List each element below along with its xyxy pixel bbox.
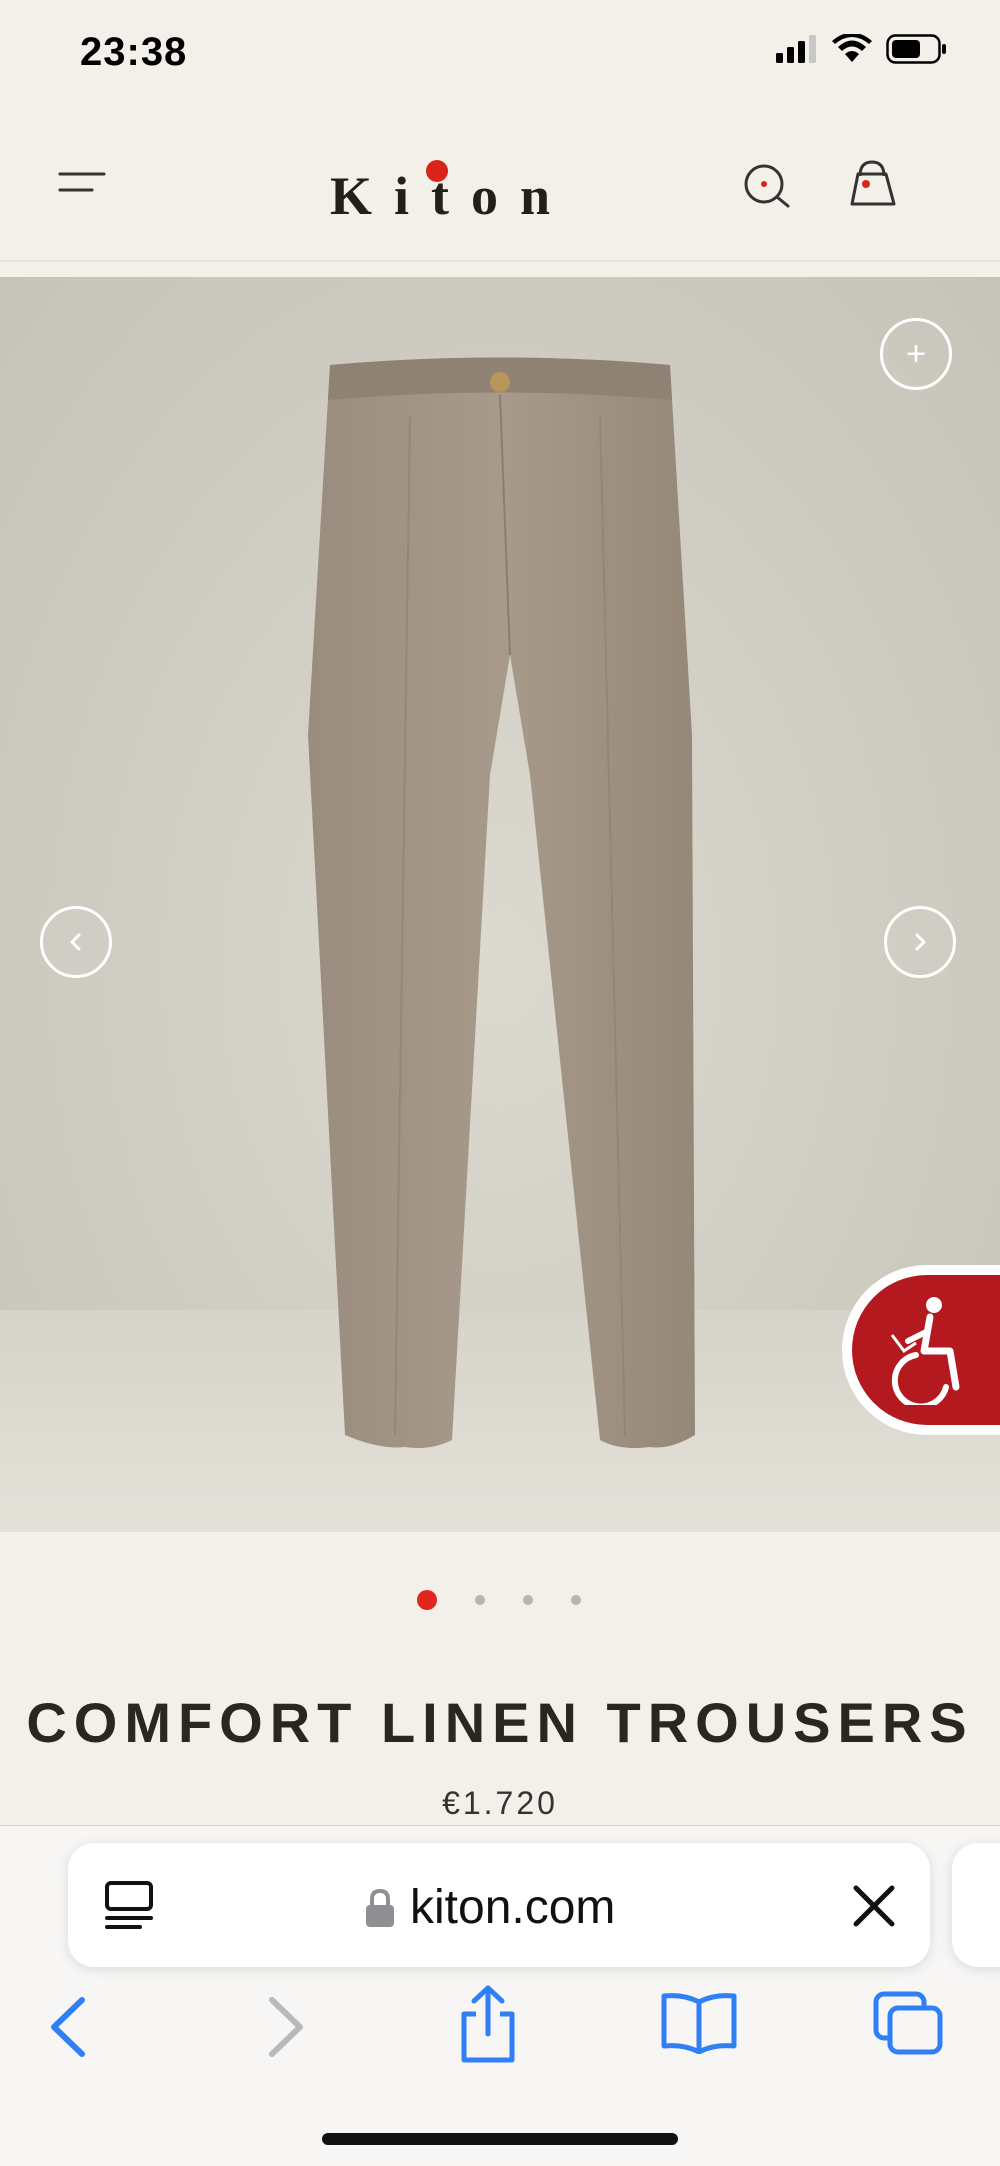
- accessibility-icon: [890, 1297, 960, 1405]
- gallery-dot-4[interactable]: [571, 1595, 581, 1605]
- reader-view-icon[interactable]: [104, 1880, 154, 1935]
- battery-icon: [886, 34, 946, 64]
- next-tab-peek[interactable]: [952, 1843, 1000, 1967]
- trousers-illustration: [308, 357, 695, 1449]
- previous-image-button[interactable]: [40, 906, 112, 978]
- forward-icon[interactable]: [262, 1996, 308, 2063]
- home-indicator[interactable]: [322, 2133, 678, 2145]
- logo-dot: [426, 160, 448, 182]
- zoom-button[interactable]: +: [880, 318, 952, 390]
- close-icon[interactable]: [852, 1884, 896, 1933]
- tabs-icon[interactable]: [872, 1990, 944, 2061]
- share-icon[interactable]: [456, 1984, 520, 2069]
- search-icon[interactable]: [740, 160, 794, 214]
- product-price: €1.720: [442, 1785, 558, 1821]
- back-icon[interactable]: [46, 1996, 92, 2063]
- kiton-logo[interactable]: Kiton: [330, 165, 572, 227]
- accessibility-button[interactable]: [852, 1275, 1000, 1425]
- product-title: COMFORT LINEN TROUSERS: [26, 1691, 974, 1754]
- url-text[interactable]: kiton.com: [410, 1880, 615, 1935]
- bookmarks-icon[interactable]: [660, 1992, 738, 2059]
- gallery-dot-3[interactable]: [523, 1595, 533, 1605]
- gallery-dot-2[interactable]: [475, 1595, 485, 1605]
- signal-icon: [776, 35, 816, 63]
- shopping-bag-icon[interactable]: [844, 156, 900, 212]
- next-image-button[interactable]: [884, 906, 956, 978]
- gallery-dot-1[interactable]: [417, 1590, 437, 1610]
- wifi-icon: [832, 34, 872, 62]
- chevron-right-icon: [915, 933, 926, 951]
- status-time: 23:38: [80, 30, 188, 74]
- status-icons: [774, 34, 948, 64]
- chevron-left-icon: [70, 933, 81, 951]
- lock-icon: [364, 1888, 396, 1933]
- menu-icon[interactable]: [58, 170, 108, 200]
